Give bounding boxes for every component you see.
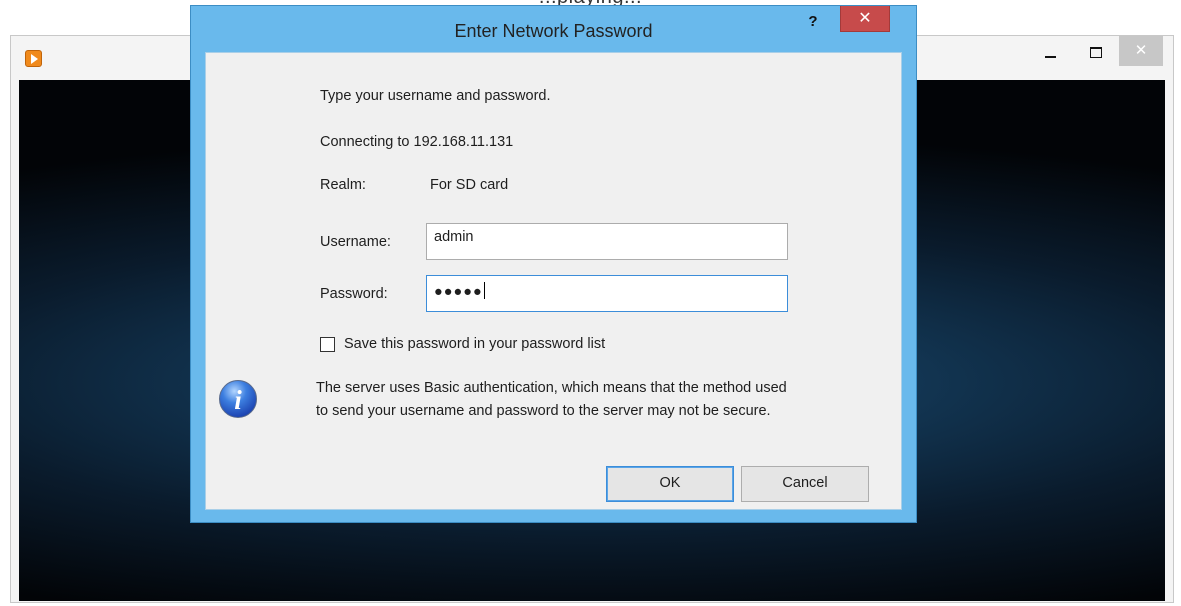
save-password-label[interactable]: Save this password in your password list	[344, 336, 605, 352]
maximize-button[interactable]	[1073, 36, 1119, 66]
info-text-line-1: The server uses Basic authentication, wh…	[316, 380, 787, 396]
password-input[interactable]: ●●●●●	[426, 275, 788, 312]
realm-label: Realm:	[320, 177, 366, 193]
connecting-text: Connecting to 192.168.11.131	[320, 134, 514, 150]
player-close-button[interactable]: ✕	[1119, 36, 1163, 66]
dialog-body: Type your username and password. Connect…	[205, 52, 902, 510]
player-logo-icon	[25, 50, 42, 67]
text-caret	[483, 282, 485, 300]
ok-button[interactable]: OK	[606, 466, 734, 502]
username-value: admin	[434, 229, 474, 245]
password-label: Password:	[320, 286, 388, 302]
help-button[interactable]: ?	[799, 10, 827, 34]
cancel-button[interactable]: Cancel	[741, 466, 869, 502]
prompt-text: Type your username and password.	[320, 88, 551, 104]
password-value: ●●●●●	[434, 284, 483, 300]
dialog-close-button[interactable]: ✕	[840, 6, 890, 32]
minimize-button[interactable]	[1027, 36, 1073, 66]
save-password-checkbox[interactable]	[320, 337, 335, 352]
info-text-line-2: to send your username and password to th…	[316, 403, 771, 419]
username-input[interactable]: admin	[426, 223, 788, 260]
username-label: Username:	[320, 234, 391, 250]
maximize-icon	[1090, 46, 1102, 58]
realm-value: For SD card	[430, 177, 509, 193]
network-password-dialog: Enter Network Password ? ✕ Type your use…	[190, 5, 917, 523]
minimize-icon	[1044, 56, 1056, 59]
info-icon: i	[219, 380, 257, 418]
